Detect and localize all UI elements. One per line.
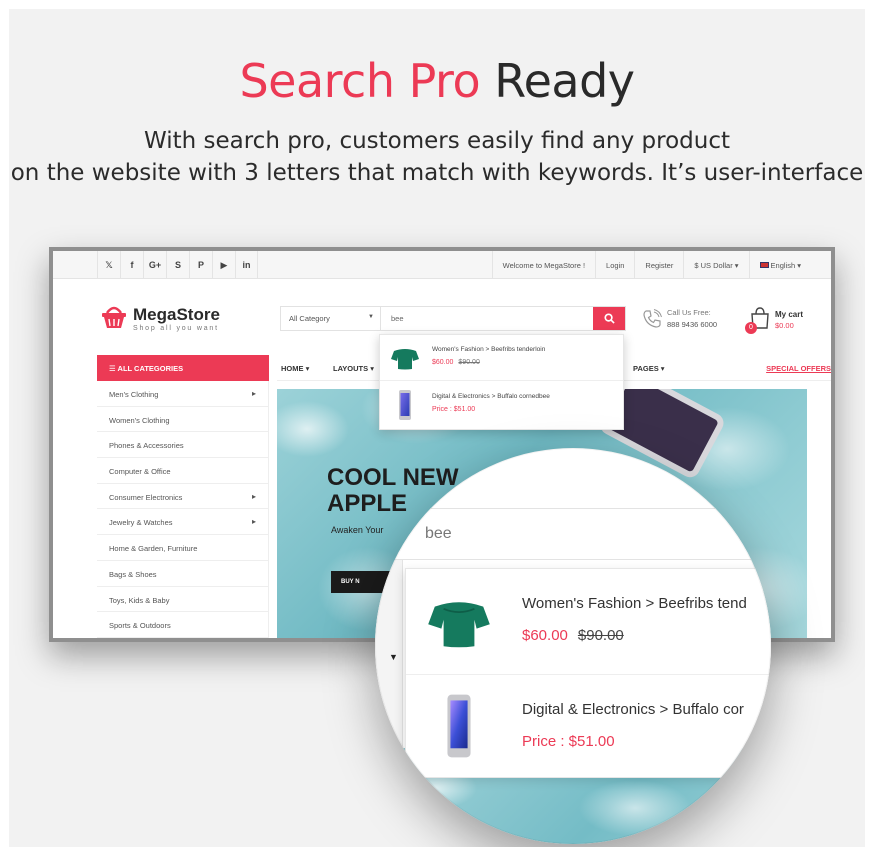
result-old-price: $90.00 — [458, 359, 480, 366]
all-categories-button[interactable]: ☰ ALL CATEGORIES — [97, 355, 269, 381]
category-item[interactable]: Home & Garden, Furniture — [97, 535, 268, 561]
logo-tagline: Shop all you want — [133, 325, 219, 332]
category-label: Home & Garden, Furniture — [109, 544, 198, 554]
result-price-value: $60.00 — [432, 359, 454, 366]
category-item[interactable]: Sports & Outdoors — [97, 612, 268, 638]
skype-icon[interactable]: S — [166, 251, 189, 279]
hero-title-rest: Ready — [494, 54, 635, 108]
social-links: 𝕏 f G+ S P ▶ in — [97, 251, 258, 279]
language-label: English ▾ — [770, 260, 801, 270]
category-item[interactable]: Men's Clothing ▸ — [97, 381, 268, 407]
result-path: Women's Fashion > Beefribs tenderloin — [432, 346, 546, 353]
category-label: Women's Clothing — [109, 415, 170, 425]
top-links: Welcome to MegaStore ! Login Register $ … — [491, 251, 811, 279]
hero-desc-line-1: With search pro, customers easily find a… — [143, 128, 731, 154]
banner-subtext: Awaken Your — [331, 525, 384, 535]
search-result-item[interactable]: Digital & Electronics > Buffalo cornedbe… — [380, 382, 623, 428]
hero-title-accent: Search Pro — [239, 54, 481, 108]
category-label: Toys, Kids & Baby — [109, 595, 170, 605]
promo-canvas: Search Pro Ready With search pro, custom… — [9, 9, 865, 847]
category-select[interactable]: All Category ▼ — [281, 307, 381, 330]
linkedin-icon[interactable]: in — [235, 251, 258, 279]
search-results-dropdown: Women's Fashion > Beefribs tenderloin $6… — [379, 334, 624, 430]
category-label: Sports & Outdoors — [109, 621, 171, 631]
chevron-right-icon: ▸ — [251, 517, 256, 527]
menu-icon: ☰ — [109, 364, 118, 373]
chevron-right-icon: ▸ — [251, 389, 256, 398]
magnifier-zoom: bee ▼ Women's Fashion > Beefribs tend $6… — [375, 448, 771, 844]
nav-layouts[interactable]: LAYOUTS ▾ — [333, 364, 374, 373]
category-label: Computer & Office — [109, 467, 171, 477]
youtube-icon[interactable]: ▶ — [212, 251, 235, 279]
category-item[interactable]: Jewelry & Watches ▸ — [97, 509, 268, 536]
cart-total: $0.00 — [775, 321, 794, 330]
category-label: Phones & Accessories — [109, 441, 184, 451]
search-bar: All Category ▼ bee — [280, 306, 626, 331]
all-categories-label: ALL CATEGORIES — [117, 364, 184, 373]
hero-description: With search pro, customers easily find a… — [9, 125, 865, 189]
category-select-label: All Category — [289, 314, 330, 323]
language-select[interactable]: English ▾ — [748, 251, 811, 279]
search-icon — [603, 313, 615, 324]
call-us: Call Us Free: 888 9436 6000 — [641, 306, 735, 336]
call-number[interactable]: 888 9436 6000 — [667, 320, 717, 329]
nav-home[interactable]: HOME ▾ — [281, 364, 309, 373]
category-item[interactable]: Women's Clothing — [97, 407, 268, 433]
category-label: Jewelry & Watches — [109, 518, 173, 528]
result-price: $60.00 $90.00 — [432, 359, 480, 366]
category-label: Men's Clothing — [109, 390, 159, 399]
category-label: Bags & Shoes — [109, 569, 157, 579]
twitter-icon[interactable]: 𝕏 — [97, 251, 120, 279]
hero-desc-line-2: on the website with 3 letters that match… — [10, 160, 864, 186]
currency-select[interactable]: $ US Dollar ▾ — [683, 251, 748, 279]
category-item[interactable]: Consumer Electronics ▸ — [97, 484, 268, 510]
banner-headline-line-1: COOL NEW — [327, 464, 459, 491]
result-path: Digital & Electronics > Buffalo cornedbe… — [432, 393, 550, 400]
category-item[interactable]: Bags & Shoes — [97, 561, 268, 587]
logo-name: MegaStore — [133, 305, 220, 324]
cart-count-badge: 0 — [745, 322, 757, 334]
nav-special-offers[interactable]: SPECIAL OFFERS — [766, 364, 831, 373]
result-price: Price : $51.00 — [432, 406, 476, 413]
category-label: Consumer Electronics — [109, 492, 183, 502]
basket-icon — [102, 306, 126, 328]
search-input[interactable]: bee — [391, 314, 404, 323]
flag-icon — [759, 262, 769, 268]
mini-cart[interactable]: 0 My cart $0.00 — [743, 304, 823, 338]
welcome-text: Welcome to MegaStore ! — [491, 251, 595, 279]
cart-label: My cart — [775, 310, 804, 319]
phone-icon — [643, 309, 662, 328]
chevron-down-icon: ▼ — [368, 314, 374, 320]
hero-title: Search Pro Ready — [9, 53, 865, 109]
facebook-icon[interactable]: f — [120, 251, 143, 279]
search-result-item[interactable]: Women's Fashion > Beefribs tenderloin $6… — [380, 335, 623, 381]
chevron-right-icon: ▸ — [251, 491, 256, 501]
category-item[interactable]: Computer & Office — [97, 458, 268, 484]
call-label: Call Us Free: — [667, 308, 711, 317]
search-button[interactable] — [593, 307, 625, 330]
magnifier-rim — [375, 448, 771, 844]
category-item[interactable]: Phones & Accessories — [97, 432, 268, 459]
google-plus-icon[interactable]: G+ — [143, 251, 166, 279]
green-top-image — [391, 349, 419, 370]
phone-product-image — [399, 390, 411, 420]
category-list: Men's Clothing ▸ Women's Clothing Phones … — [97, 381, 269, 638]
register-link[interactable]: Register — [634, 251, 683, 279]
category-item[interactable]: Toys, Kids & Baby — [97, 587, 268, 613]
top-bar: 𝕏 f G+ S P ▶ in Welcome to MegaStore ! L… — [53, 251, 831, 279]
nav-pages[interactable]: PAGES ▾ — [633, 364, 665, 373]
login-link[interactable]: Login — [595, 251, 634, 279]
pinterest-icon[interactable]: P — [189, 251, 212, 279]
